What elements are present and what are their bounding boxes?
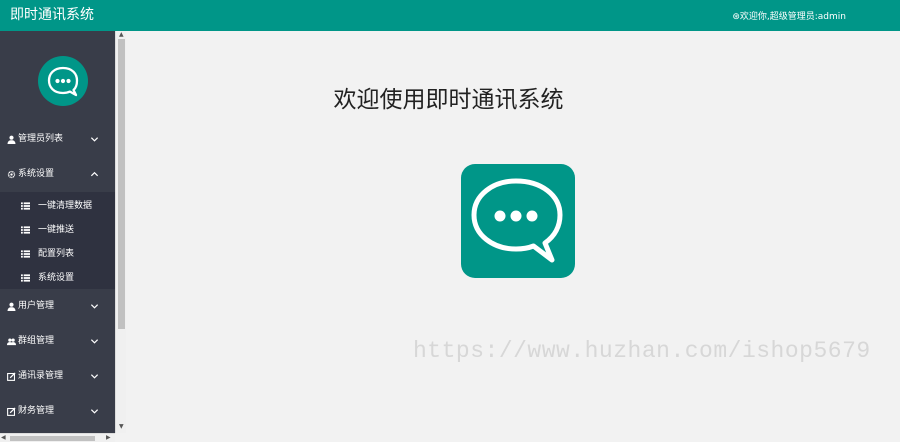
submenu-item-label: 配置列表: [38, 249, 75, 259]
menu-item-label: 管理员列表: [18, 134, 64, 144]
menu-item-label: 财务管理: [18, 406, 55, 416]
chevron-up-icon: [90, 171, 99, 177]
group-icon: [7, 338, 16, 346]
list-icon: [21, 250, 30, 258]
menu-item-finance-management[interactable]: 财务管理: [0, 394, 115, 429]
submenu-item-label: 一键清理数据: [38, 201, 93, 211]
sidebar-horizontal-scrollbar[interactable]: ◀ ▶: [0, 433, 115, 442]
welcome-user-text[interactable]: ⊛欢迎你,超级管理员:admin: [732, 12, 846, 23]
chevron-down-icon: [90, 304, 99, 309]
chat-bubble-icon: [47, 66, 79, 97]
watermark-url: https://www.huzhan.com/ishop5679: [413, 338, 871, 364]
chevron-down-icon: [90, 339, 99, 344]
app-title: 即时通讯系统: [10, 7, 94, 23]
menu-item-admin-list[interactable]: 管理员列表: [0, 122, 115, 157]
main-content: 欢迎使用即时通讯系统: [126, 31, 900, 442]
submenu-item-push[interactable]: 一键推送: [0, 218, 115, 242]
gear-icon: [7, 170, 16, 179]
scroll-down-arrow-icon[interactable]: ▼: [119, 423, 124, 431]
welcome-heading: 欢迎使用即时通讯系统: [333, 87, 564, 113]
scrollbar-thumb[interactable]: [118, 39, 125, 329]
menu-item-label: 系统设置: [18, 169, 55, 179]
menu-item-label: 通讯录管理: [18, 371, 64, 381]
list-icon: [21, 202, 30, 210]
submenu-item-system-settings[interactable]: 系统设置: [0, 266, 115, 290]
scroll-up-arrow-icon[interactable]: ▲: [119, 31, 124, 39]
list-icon: [21, 226, 30, 234]
scrollbar-thumb[interactable]: [10, 436, 95, 441]
scroll-left-arrow-icon[interactable]: ◀: [1, 434, 6, 442]
user-icon: [7, 135, 16, 144]
edit-icon: [7, 407, 16, 416]
list-icon: [21, 274, 30, 282]
scroll-right-arrow-icon[interactable]: ▶: [106, 434, 111, 442]
sidebar-vertical-scrollbar[interactable]: ▲ ▼: [115, 31, 126, 433]
submenu-item-label: 一键推送: [38, 225, 75, 235]
submenu-item-label: 系统设置: [38, 273, 75, 283]
edit-icon: [7, 372, 16, 381]
sidebar: 管理员列表 系统设置 一键清理数据 一键推送 配置列表 系统设置 用户管理 群组…: [0, 31, 115, 442]
app-logo: [461, 164, 575, 278]
sidebar-logo: [38, 56, 88, 106]
user-icon: [7, 302, 16, 311]
menu-item-label: 用户管理: [18, 301, 55, 311]
submenu-item-config-list[interactable]: 配置列表: [0, 242, 115, 266]
menu-item-system-settings[interactable]: 系统设置: [0, 157, 115, 192]
menu-item-group-management[interactable]: 群组管理: [0, 324, 115, 359]
submenu-system-settings: 一键清理数据 一键推送 配置列表 系统设置: [0, 192, 115, 289]
menu-item-label: 群组管理: [18, 336, 55, 346]
chevron-down-icon: [90, 409, 99, 414]
chat-bubble-icon: [471, 178, 563, 263]
chevron-down-icon: [90, 374, 99, 379]
menu-item-contacts-management[interactable]: 通讯录管理: [0, 359, 115, 394]
menu-item-user-management[interactable]: 用户管理: [0, 289, 115, 324]
submenu-item-clear-data[interactable]: 一键清理数据: [0, 194, 115, 218]
top-header: 即时通讯系统 ⊛欢迎你,超级管理员:admin: [0, 0, 900, 31]
chevron-down-icon: [90, 137, 99, 142]
